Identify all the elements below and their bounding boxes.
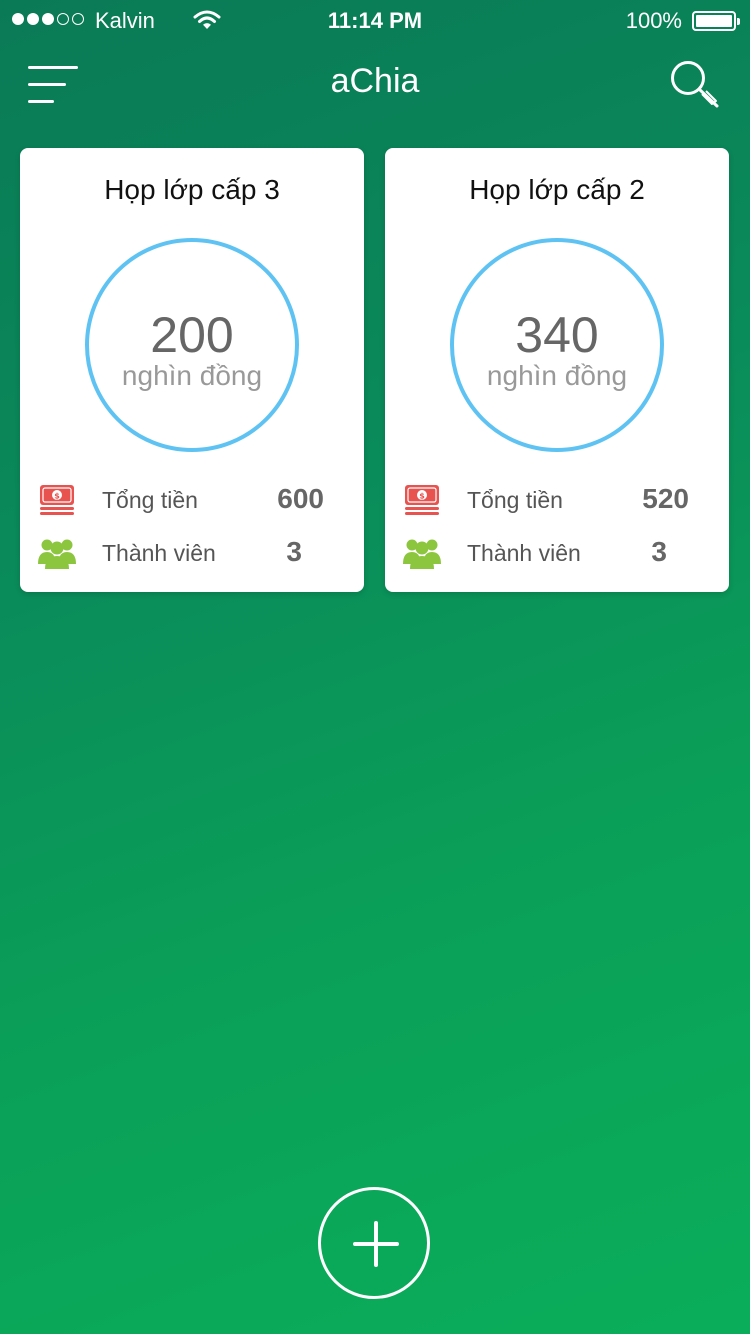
total-row: $ Tổng tiền 520 <box>385 481 729 521</box>
group-title: Họp lớp cấp 2 <box>469 174 645 205</box>
amount-unit: nghìn đồng <box>486 360 628 391</box>
members-label: Thành viên <box>102 540 216 566</box>
amount-per-person: 340 <box>515 307 599 363</box>
amount-unit: nghìn đồng <box>121 360 263 391</box>
total-value: 520 <box>642 483 689 514</box>
total-value: 600 <box>277 483 324 514</box>
amount-per-person-circle: 200 nghìn đồng <box>85 238 299 452</box>
status-bar: Kalvin 11:14 PM 100% <box>0 0 750 40</box>
group-title: Họp lớp cấp 3 <box>104 174 280 205</box>
group-card[interactable]: Họp lớp cấp 3 200 nghìn đồng $ Tổng tiền… <box>20 148 364 592</box>
group-card[interactable]: Họp lớp cấp 2 340 nghìn đồng $ Tổng tiền… <box>385 148 729 592</box>
amount-per-person-circle: 340 nghìn đồng <box>450 238 664 452</box>
money-icon: $ <box>38 483 76 517</box>
members-icon <box>38 536 76 570</box>
members-icon <box>403 536 441 570</box>
svg-text:$: $ <box>54 491 60 500</box>
members-value: 3 <box>286 536 302 567</box>
members-row: Thành viên 3 <box>20 534 364 574</box>
total-label: Tổng tiền <box>467 487 563 513</box>
members-label: Thành viên <box>467 540 581 566</box>
battery-icon <box>692 11 740 31</box>
amount-per-person: 200 <box>150 307 234 363</box>
plus-icon <box>374 1221 378 1267</box>
total-row: $ Tổng tiền 600 <box>20 481 364 521</box>
add-group-button[interactable] <box>318 1187 430 1299</box>
navigation-bar: aChia <box>0 40 750 128</box>
battery-percentage: 100% <box>625 8 682 33</box>
total-label: Tổng tiền <box>102 487 198 513</box>
app-title: aChia <box>330 62 420 100</box>
svg-text:$: $ <box>419 491 425 500</box>
members-row: Thành viên 3 <box>385 534 729 574</box>
search-icon[interactable] <box>668 58 722 110</box>
members-value: 3 <box>651 536 667 567</box>
money-icon: $ <box>403 483 441 517</box>
